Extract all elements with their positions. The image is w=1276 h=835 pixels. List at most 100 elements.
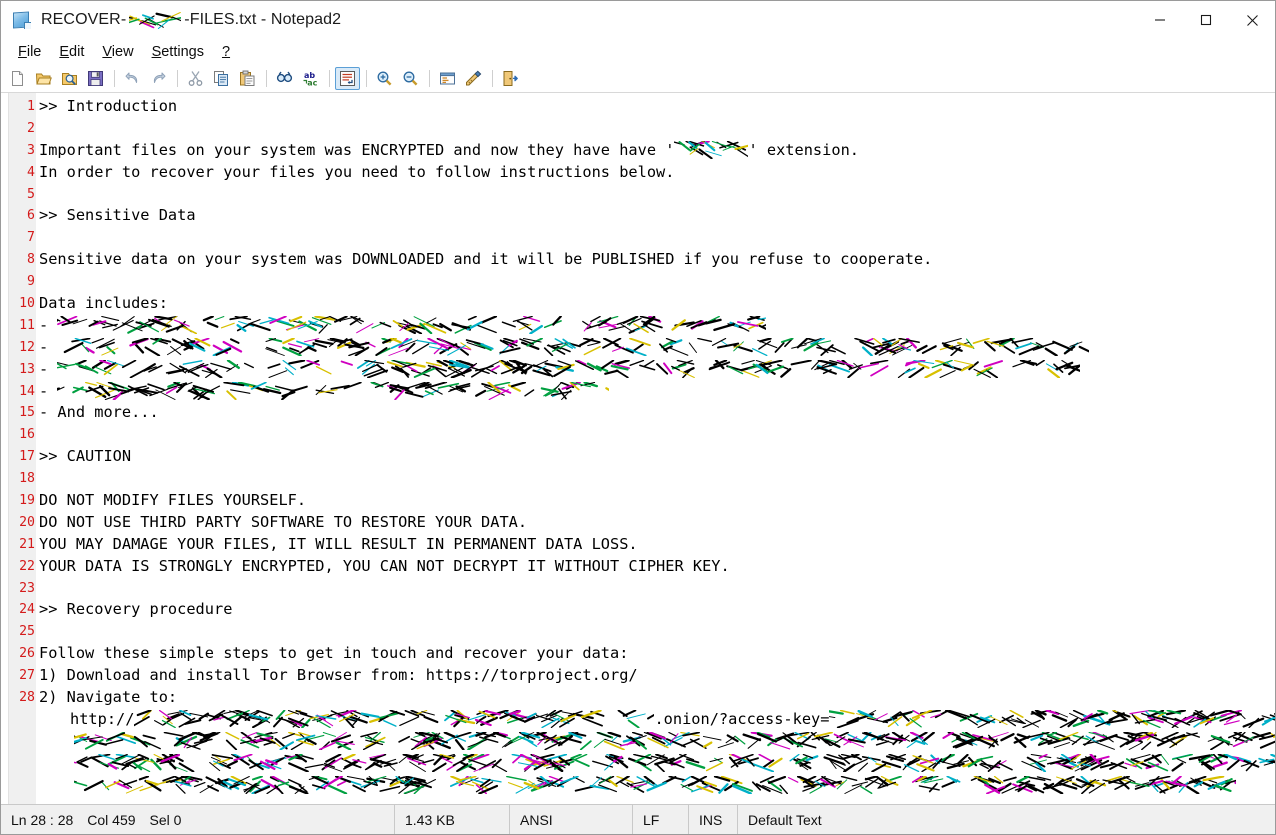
code-line[interactable]: >> Recovery procedure [36,599,1275,621]
save-file-button[interactable] [83,67,108,90]
code-line[interactable] [36,118,1275,140]
menu-item-edit[interactable]: Edit [50,42,93,63]
wrapped-url-line[interactable] [36,753,1275,775]
code-line[interactable] [36,621,1275,643]
line-number: 5 [27,186,35,202]
svg-text:ac: ac [307,79,317,88]
code-text: Sensitive data on your system was DOWNLO… [39,250,933,269]
copy-button[interactable] [209,67,234,90]
notepad2-document-icon [12,10,32,30]
maximize-button[interactable] [1183,1,1229,39]
redo-button[interactable] [146,67,171,90]
line-number: 13 [19,361,35,377]
code-line[interactable]: 1) Download and install Tor Browser from… [36,665,1275,687]
code-line[interactable]: DO NOT MODIFY FILES YOURSELF. [36,490,1275,512]
redacted-access-key [74,731,1275,750]
text-editor[interactable]: 1 2 3 4 5 6 7 8 9 10 11 12 13 14 15 16 17 18 19 20 21 22 23 24 2… [1,93,1275,804]
scheme-options-button[interactable] [435,67,460,90]
code-line[interactable]: Important files on your system was ENCRY… [36,140,1275,162]
code-text: DO NOT MODIFY FILES YOURSELF. [39,491,307,510]
paste-button[interactable] [235,67,260,90]
word-wrap-button[interactable] [335,67,360,90]
wrapped-url-line[interactable] [36,731,1275,753]
code-text: In order to recover your files you need … [39,162,675,181]
line-number: 18 [19,471,35,487]
code-line[interactable]: 2) Navigate to: [36,687,1275,709]
redacted-text [57,359,1081,378]
code-line[interactable]: DO NOT USE THIRD PARTY SOFTWARE TO RESTO… [36,512,1275,534]
line-number: 27 [19,668,35,684]
open-file-button[interactable] [31,67,56,90]
replace-button[interactable]: ab ac [298,67,323,90]
code-line[interactable] [36,227,1275,249]
minimize-button[interactable] [1137,1,1183,39]
code-line[interactable]: - And more... [36,402,1275,424]
menu-item-settings[interactable]: Settings [143,42,213,63]
title-bar[interactable]: RECOVER- -FILES.txt - Notepad2 [1,1,1275,39]
menu-item-file[interactable]: File [9,42,50,63]
window-title-prefix: RECOVER- [41,11,127,28]
toolbar-separator [366,70,367,87]
wrapped-url-line[interactable] [36,775,1275,797]
line-number: 10 [19,296,35,312]
code-line[interactable]: - [36,381,1275,403]
line-number: 6 [27,208,35,224]
status-encoding[interactable]: ANSI [510,805,632,834]
status-line-endings[interactable]: LF [633,805,688,834]
menu-item-view[interactable]: View [93,42,142,63]
line-number: 7 [27,230,35,246]
code-text: >> Introduction [39,97,178,115]
zoom-in-button[interactable] [372,67,397,90]
status-insert-mode[interactable]: INS [689,805,737,834]
code-line[interactable]: Sensitive data on your system was DOWNLO… [36,249,1275,271]
close-button[interactable] [1229,1,1275,39]
code-line[interactable] [36,184,1275,206]
code-line[interactable]: - [36,315,1275,337]
notepad2-window: RECOVER- -FILES.txt - Notepad2 File Edit … [0,0,1276,835]
code-line[interactable] [36,578,1275,600]
undo-button[interactable] [120,67,145,90]
code-line[interactable]: Data includes: [36,293,1275,315]
exit-button[interactable] [498,67,523,90]
code-line[interactable]: YOUR DATA IS STRONGLY ENCRYPTED, YOU CAN… [36,556,1275,578]
redacted-access-key [74,775,1236,794]
code-line[interactable] [36,424,1275,446]
status-scheme[interactable]: Default Text [738,805,1275,834]
cut-button[interactable] [183,67,208,90]
redacted-access-key [74,753,1275,772]
find-button[interactable] [272,67,297,90]
code-line[interactable]: >> CAUTION [36,446,1275,468]
redacted-extension [674,140,749,159]
code-text: DO NOT USE THIRD PARTY SOFTWARE TO RESTO… [39,512,528,531]
toolbar-separator [429,70,430,87]
status-position-cell: Ln 28 : 28 Col 459 Sel 0 [1,805,394,834]
line-number: 16 [19,427,35,443]
wrapped-url-line[interactable]: http:// .onion/?access-key= [36,709,1275,731]
code-text: - And more... [39,403,159,422]
redacted-extension-title [129,11,182,29]
code-line[interactable]: In order to recover your files you need … [36,162,1275,184]
browse-file-button[interactable] [57,67,82,90]
code-text: >> Sensitive Data [39,206,196,225]
toolbar-separator [266,70,267,87]
code-line[interactable] [36,271,1275,293]
code-line[interactable]: - [36,337,1275,359]
new-file-button[interactable] [5,67,30,90]
zoom-out-button[interactable] [398,67,423,90]
code-text: - [39,315,58,334]
code-line[interactable]: >> Sensitive Data [36,205,1275,227]
code-line[interactable]: YOU MAY DAMAGE YOUR FILES, IT WILL RESUL… [36,534,1275,556]
status-selection: Sel 0 [149,811,182,828]
customize-schemes-button[interactable] [461,67,486,90]
code-area[interactable]: >> Introduction Important files on your s… [36,93,1275,804]
window-title: RECOVER- -FILES.txt - Notepad2 [41,11,341,29]
line-number: 24 [19,602,35,618]
code-line[interactable]: >> Introduction [36,96,1275,118]
toolbar-separator [114,70,115,87]
code-line[interactable]: Follow these simple steps to get in touc… [36,643,1275,665]
code-line[interactable]: - [36,359,1275,381]
window-title-suffix: -FILES.txt - Notepad2 [184,11,342,28]
code-line[interactable] [36,468,1275,490]
code-text: >> CAUTION [39,447,132,466]
menu-item-help[interactable]: ? [213,42,239,63]
